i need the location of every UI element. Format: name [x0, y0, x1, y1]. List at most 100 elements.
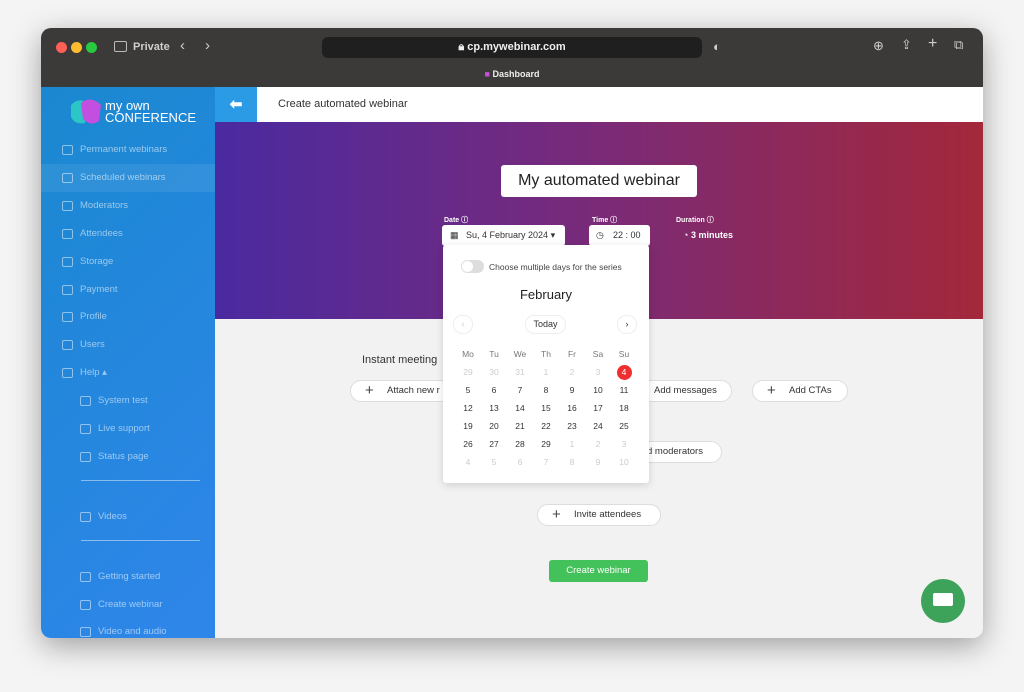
tabs-overview-icon[interactable]: ⧉: [954, 37, 963, 53]
webinar-name-input[interactable]: My automated webinar: [501, 165, 697, 197]
calendar-day[interactable]: 9: [585, 453, 611, 471]
calendar-day[interactable]: 26: [455, 435, 481, 453]
calendar-day[interactable]: 8: [559, 453, 585, 471]
document-icon: [80, 627, 91, 638]
calendar-day[interactable]: 14: [507, 399, 533, 417]
calendar-day[interactable]: 17: [585, 399, 611, 417]
calendar-day[interactable]: 9: [559, 381, 585, 399]
calendar-day[interactable]: 8: [533, 381, 559, 399]
sidebar-item[interactable]: Getting started: [41, 563, 215, 591]
tab-dashboard[interactable]: ■ Dashboard: [41, 69, 983, 79]
sidebar-item[interactable]: Create webinar: [41, 591, 215, 619]
sidebar-item[interactable]: Status page: [41, 443, 215, 471]
maximize-window-button[interactable]: [86, 42, 97, 53]
calendar-day[interactable]: 1: [533, 363, 559, 381]
sidebar-item[interactable]: Moderators: [41, 192, 215, 220]
sidebar-item-label: Live support: [98, 423, 150, 434]
minimize-window-button[interactable]: [71, 42, 82, 53]
sidebar-item[interactable]: Video and audio: [41, 618, 215, 638]
calendar-day[interactable]: 2: [559, 363, 585, 381]
logo[interactable]: my own CONFERENCE: [69, 97, 199, 127]
calendar-day[interactable]: 3: [611, 435, 637, 453]
calendar-day[interactable]: 5: [481, 453, 507, 471]
forward-nav-icon[interactable]: ›: [205, 37, 210, 54]
duration-display[interactable]: ◔ 3 minutes: [683, 230, 733, 240]
calendar-day[interactable]: 29: [533, 435, 559, 453]
calendar-day[interactable]: 21: [507, 417, 533, 435]
calendar-day[interactable]: 31: [507, 363, 533, 381]
date-picker[interactable]: ▦ Su, 4 February 2024 ▾: [442, 225, 565, 246]
calendar-day[interactable]: 10: [585, 381, 611, 399]
sidebar-item[interactable]: Videos: [41, 503, 215, 531]
back-nav-icon[interactable]: ‹: [180, 37, 185, 54]
person-icon: [62, 312, 73, 323]
calendar-day[interactable]: 16: [559, 399, 585, 417]
calendar-day[interactable]: 10: [611, 453, 637, 471]
download-icon[interactable]: ⊕: [873, 38, 884, 54]
sidebar-item[interactable]: Users: [41, 331, 215, 359]
sidebar-item[interactable]: Live support: [41, 415, 215, 443]
calendar-day[interactable]: 30: [481, 363, 507, 381]
weekday-header: Mo: [462, 349, 474, 359]
calendar-day[interactable]: 6: [507, 453, 533, 471]
multiple-days-toggle[interactable]: [461, 260, 484, 273]
plus-icon: +: [552, 506, 561, 523]
calendar-day[interactable]: 11: [611, 381, 637, 399]
calendar-day[interactable]: 13: [481, 399, 507, 417]
calendar-day[interactable]: 5: [455, 381, 481, 399]
top-bar: ⬅ Create automated webinar: [215, 87, 983, 122]
calendar-day-selected[interactable]: 4: [611, 363, 637, 381]
prev-month-button[interactable]: ‹: [453, 315, 473, 334]
calendar-day[interactable]: 7: [533, 453, 559, 471]
calendar-day[interactable]: 25: [611, 417, 637, 435]
next-month-button[interactable]: ›: [617, 315, 637, 334]
time-picker[interactable]: ◷ 22 : 00: [589, 225, 650, 246]
sidebar-item[interactable]: Permanent webinars: [41, 136, 215, 164]
calendar-day[interactable]: 23: [559, 417, 585, 435]
chat-button[interactable]: [921, 579, 965, 623]
calendar-day[interactable]: 12: [455, 399, 481, 417]
calendar-day[interactable]: 18: [611, 399, 637, 417]
calendar-day[interactable]: 28: [507, 435, 533, 453]
add-ctas-button[interactable]: + Add CTAs: [752, 380, 848, 402]
calendar-day[interactable]: 6: [481, 381, 507, 399]
sidebar-item[interactable]: Attendees: [41, 220, 215, 248]
sidebar-item-label: Help ▴: [80, 367, 107, 379]
weekday-header: Tu: [489, 349, 499, 359]
calendar-day[interactable]: 15: [533, 399, 559, 417]
invite-attendees-button[interactable]: + Invite attendees: [537, 504, 661, 526]
address-bar[interactable]: 🔒︎ cp.mywebinar.com: [322, 37, 702, 58]
calendar-day[interactable]: 19: [455, 417, 481, 435]
sidebar-item[interactable]: Help ▴: [41, 359, 215, 387]
calendar-day[interactable]: 3: [585, 363, 611, 381]
weekday-header: We: [513, 349, 527, 359]
clock-24-icon: [62, 145, 73, 155]
calendar-day[interactable]: 29: [455, 363, 481, 381]
close-window-button[interactable]: [56, 42, 67, 53]
sidebar-item[interactable]: System test: [41, 387, 215, 415]
calendar-day[interactable]: 24: [585, 417, 611, 435]
users-icon: [62, 228, 73, 239]
calendar-day[interactable]: 4: [455, 453, 481, 471]
today-button[interactable]: Today: [525, 315, 566, 334]
back-button[interactable]: ⬅: [215, 87, 257, 122]
calendar-day[interactable]: 20: [481, 417, 507, 435]
sidebar-item-label: Profile: [80, 311, 107, 323]
calendar-day[interactable]: 7: [507, 381, 533, 399]
create-webinar-button[interactable]: Create webinar: [549, 560, 648, 582]
time-label: Time ⓘ: [592, 217, 618, 224]
shield-icon[interactable]: ◐: [713, 39, 721, 54]
gauge-icon: [80, 396, 91, 407]
new-tab-icon[interactable]: +: [928, 35, 937, 53]
calendar-day[interactable]: 2: [585, 435, 611, 453]
calendar-day[interactable]: 27: [481, 435, 507, 453]
calendar-day[interactable]: 1: [559, 435, 585, 453]
sidebar-item[interactable]: Storage: [41, 248, 215, 276]
sidebar-item[interactable]: Profile: [41, 303, 215, 331]
calendar-day[interactable]: 22: [533, 417, 559, 435]
share-icon[interactable]: ⇪: [901, 37, 912, 53]
sidebar-toggle-icon[interactable]: [114, 41, 127, 52]
sidebar-item[interactable]: Payment: [41, 276, 215, 304]
time-value: 22 : 00: [613, 230, 641, 240]
sidebar-item[interactable]: Scheduled webinars: [41, 163, 215, 192]
